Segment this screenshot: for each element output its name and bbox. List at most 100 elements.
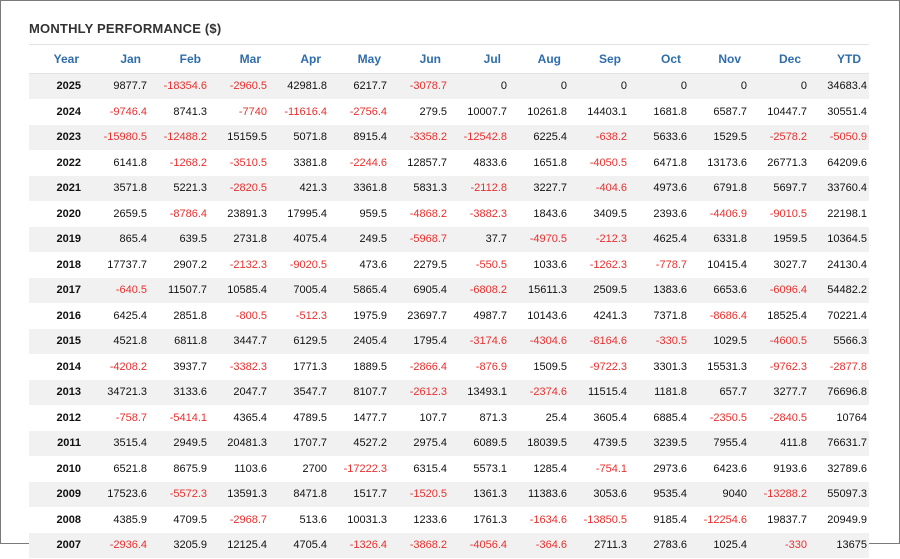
month-value-cell: 4241.3 bbox=[569, 303, 629, 329]
ytd-cell: 55097.3 bbox=[809, 481, 869, 508]
month-value-cell: -13850.5 bbox=[569, 507, 629, 533]
month-value-cell: 15611.3 bbox=[509, 277, 569, 304]
month-value-cell: 42981.8 bbox=[269, 73, 329, 100]
month-value-cell: 4521.8 bbox=[89, 328, 149, 355]
month-value-cell: 1795.4 bbox=[389, 328, 449, 355]
month-value-cell: -800.5 bbox=[209, 303, 269, 329]
ytd-cell: 54482.2 bbox=[809, 277, 869, 304]
month-value-cell: 10143.6 bbox=[509, 303, 569, 329]
month-value-cell: -2866.4 bbox=[389, 354, 449, 380]
year-cell: 2017 bbox=[29, 277, 89, 304]
table-row: 2009 17523.6 -5572.3 13591.3 8471.8 1517.7 -15… bbox=[29, 481, 869, 508]
month-value-cell: 473.6 bbox=[329, 252, 389, 278]
month-value-cell: -7740 bbox=[209, 99, 269, 125]
ytd-cell: 13675 bbox=[809, 532, 869, 559]
month-value-cell: 0 bbox=[569, 73, 629, 100]
month-value-cell: -13288.2 bbox=[749, 481, 809, 508]
ytd-cell: 70221.4 bbox=[809, 303, 869, 329]
month-value-cell: 2509.5 bbox=[569, 277, 629, 304]
month-value-cell: -2374.6 bbox=[509, 379, 569, 406]
month-value-cell: 0 bbox=[689, 73, 749, 100]
month-value-cell: 1681.8 bbox=[629, 99, 689, 125]
ytd-cell: -2877.8 bbox=[809, 354, 869, 380]
month-value-cell: 4987.7 bbox=[449, 303, 509, 329]
month-value-cell: 6587.7 bbox=[689, 99, 749, 125]
month-value-cell: 9193.6 bbox=[749, 456, 809, 482]
month-value-cell: 1517.7 bbox=[329, 481, 389, 508]
month-value-cell: 6521.8 bbox=[89, 456, 149, 482]
month-value-cell: 26771.3 bbox=[749, 150, 809, 176]
month-value-cell: -2840.5 bbox=[749, 405, 809, 431]
month-value-cell: 3409.5 bbox=[569, 201, 629, 227]
month-value-cell: 865.4 bbox=[89, 226, 149, 253]
month-value-cell: -3078.7 bbox=[389, 73, 449, 100]
month-value-cell: 1651.8 bbox=[509, 150, 569, 176]
month-value-cell: -8686.4 bbox=[689, 303, 749, 329]
month-value-cell: 3133.6 bbox=[149, 379, 209, 406]
month-value-cell: 14403.1 bbox=[569, 99, 629, 125]
month-value-cell: 0 bbox=[749, 73, 809, 100]
month-value-cell: 2047.7 bbox=[209, 379, 269, 406]
month-value-cell: -8164.6 bbox=[569, 328, 629, 355]
month-value-cell: -9762.3 bbox=[749, 354, 809, 380]
month-value-cell: -5968.7 bbox=[389, 226, 449, 253]
month-value-cell: 0 bbox=[629, 73, 689, 100]
month-value-cell: 6217.7 bbox=[329, 73, 389, 100]
month-value-cell: 3447.7 bbox=[209, 328, 269, 355]
ytd-cell: 33760.4 bbox=[809, 175, 869, 202]
month-value-cell: 6425.4 bbox=[89, 303, 149, 329]
month-value-cell: -5572.3 bbox=[149, 481, 209, 508]
month-value-cell: -9746.4 bbox=[89, 99, 149, 125]
month-value-cell: 1103.6 bbox=[209, 456, 269, 482]
month-value-cell: 1181.8 bbox=[629, 379, 689, 406]
month-value-cell: 17523.6 bbox=[89, 481, 149, 508]
month-value-cell: 249.5 bbox=[329, 226, 389, 253]
month-value-cell: -12254.6 bbox=[689, 507, 749, 533]
ytd-cell: 22198.1 bbox=[809, 201, 869, 227]
month-value-cell: 19837.7 bbox=[749, 507, 809, 533]
month-value-cell: -2936.4 bbox=[89, 532, 149, 559]
month-value-cell: -4050.5 bbox=[569, 150, 629, 176]
month-value-cell: -4970.5 bbox=[509, 226, 569, 253]
table-row: 2011 3515.4 2949.5 20481.3 1707.7 4527.2 2975.… bbox=[29, 430, 869, 457]
table-row: 2013 34721.3 3133.6 2047.7 3547.7 8107.7 -2612… bbox=[29, 379, 869, 406]
month-value-cell: 4739.5 bbox=[569, 430, 629, 457]
month-value-cell: 3515.4 bbox=[89, 430, 149, 457]
year-cell: 2012 bbox=[29, 405, 89, 431]
month-value-cell: 6653.6 bbox=[689, 277, 749, 304]
month-value-cell: -2820.5 bbox=[209, 175, 269, 202]
month-value-cell: -778.7 bbox=[629, 252, 689, 278]
month-value-cell: 25.4 bbox=[509, 405, 569, 431]
month-value-cell: -2350.5 bbox=[689, 405, 749, 431]
month-value-cell: 1761.3 bbox=[449, 507, 509, 533]
ytd-cell: 76696.8 bbox=[809, 379, 869, 406]
month-value-cell: -330 bbox=[749, 532, 809, 559]
table-row: 2015 4521.8 6811.8 3447.7 6129.5 2405.4 1795.4… bbox=[29, 328, 869, 355]
table-row: 2014 -4208.2 3937.7 -3382.3 1771.3 1889.5 -286… bbox=[29, 354, 869, 380]
month-value-cell: 18039.5 bbox=[509, 430, 569, 457]
month-value-cell: 871.3 bbox=[449, 405, 509, 431]
month-value-cell: -3882.3 bbox=[449, 201, 509, 227]
month-value-cell: 4527.2 bbox=[329, 430, 389, 457]
month-value-cell: -2756.4 bbox=[329, 99, 389, 125]
month-value-cell: -404.6 bbox=[569, 175, 629, 202]
month-value-cell: 17737.7 bbox=[89, 252, 149, 278]
table-row: 2007 -2936.4 3205.9 12125.4 4705.4 -1326.4 -38… bbox=[29, 532, 869, 559]
month-value-cell: 37.7 bbox=[449, 226, 509, 253]
month-value-cell: 6905.4 bbox=[389, 277, 449, 304]
month-value-cell: 3571.8 bbox=[89, 175, 149, 202]
month-value-cell: -9722.3 bbox=[569, 354, 629, 380]
month-value-cell: 107.7 bbox=[389, 405, 449, 431]
month-value-cell: 279.5 bbox=[389, 99, 449, 125]
month-value-cell: -3174.6 bbox=[449, 328, 509, 355]
month-value-cell: 4833.6 bbox=[449, 150, 509, 176]
month-value-cell: 959.5 bbox=[329, 201, 389, 227]
table-body: 2025 9877.7 -18354.6 -2960.5 42981.8 6217.7 -3… bbox=[29, 73, 869, 559]
month-value-cell: 4709.5 bbox=[149, 507, 209, 533]
month-value-cell: -18354.6 bbox=[149, 73, 209, 100]
column-header-apr: Apr bbox=[269, 44, 329, 74]
year-cell: 2023 bbox=[29, 124, 89, 151]
ytd-cell: 32789.6 bbox=[809, 456, 869, 482]
month-value-cell: -5414.1 bbox=[149, 405, 209, 431]
table-row: 2018 17737.7 2907.2 -2132.3 -9020.5 473.6 2279… bbox=[29, 252, 869, 278]
